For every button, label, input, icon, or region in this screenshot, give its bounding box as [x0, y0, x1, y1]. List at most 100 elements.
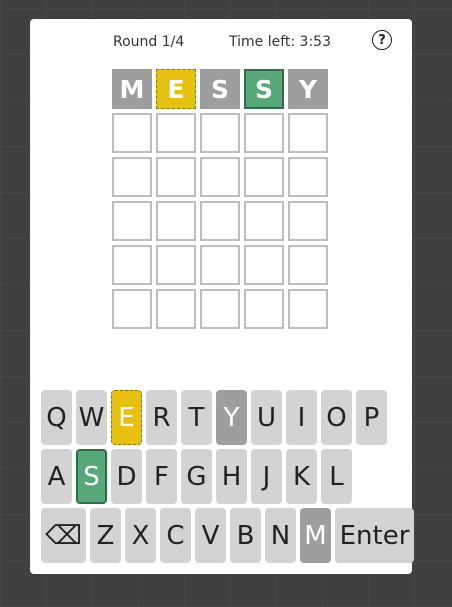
key-label: J [262, 461, 271, 492]
key-label: V [201, 520, 220, 551]
key-label: F [154, 461, 169, 492]
empty-tile [244, 113, 284, 153]
key-s[interactable]: S [76, 449, 107, 504]
key-label: W [78, 402, 105, 433]
empty-tile [156, 245, 196, 285]
key-o[interactable]: O [321, 390, 352, 445]
empty-tile [112, 201, 152, 241]
key-l[interactable]: L [321, 449, 352, 504]
key-label: M [304, 520, 327, 551]
empty-tile [200, 289, 240, 329]
key-label: Enter [339, 520, 410, 551]
key-label: I [297, 402, 306, 433]
letter-tile: E [156, 69, 196, 109]
key-a[interactable]: A [41, 449, 72, 504]
empty-tile [200, 245, 240, 285]
empty-tile [156, 113, 196, 153]
empty-tile [288, 157, 328, 197]
empty-tile [200, 201, 240, 241]
backspace-key[interactable]: ⌫ [41, 508, 86, 563]
key-j[interactable]: J [251, 449, 282, 504]
key-x[interactable]: X [125, 508, 156, 563]
key-e[interactable]: E [111, 390, 142, 445]
letter-tile: Y [288, 69, 328, 109]
empty-tile [156, 201, 196, 241]
keyboard-row: ASDFGHJKL [41, 449, 414, 504]
key-label: T [188, 402, 205, 433]
keyboard-row: ⌫ Z X C V B N M Enter [41, 508, 414, 563]
key-label: D [116, 461, 137, 492]
key-label: R [152, 402, 171, 433]
empty-tile [112, 113, 152, 153]
key-k[interactable]: K [286, 449, 317, 504]
empty-tile [200, 157, 240, 197]
key-z[interactable]: Z [90, 508, 121, 563]
empty-tile [156, 289, 196, 329]
board-row [112, 113, 328, 153]
board-row: MESSY [112, 69, 328, 109]
key-u[interactable]: U [251, 390, 282, 445]
time-left: Time left: 3:53 [229, 34, 331, 50]
empty-tile [288, 289, 328, 329]
empty-tile [112, 289, 152, 329]
key-q[interactable]: Q [41, 390, 72, 445]
key-m[interactable]: M [300, 508, 331, 563]
game-panel: Round 1/4 Time left: 3:53 ? MESSY QWERTY… [30, 19, 414, 574]
key-d[interactable]: D [111, 449, 142, 504]
key-i[interactable]: I [286, 390, 317, 445]
on-screen-keyboard: Q W E R T Y U I O P A S D F G H J K L ⌫ Z X C V B N M Enter [41, 390, 414, 567]
enter-key[interactable]: Enter [335, 508, 414, 563]
question-circle-icon[interactable]: ? [372, 30, 392, 50]
key-label: L [329, 461, 344, 492]
key-c[interactable]: C [160, 508, 191, 563]
empty-tile [244, 245, 284, 285]
key-f[interactable]: F [146, 449, 177, 504]
key-r[interactable]: R [146, 390, 177, 445]
key-label: A [47, 461, 66, 492]
key-label: P [363, 402, 380, 433]
key-label: C [166, 520, 185, 551]
guess-board: MESSY [112, 69, 328, 333]
key-w[interactable]: W [76, 390, 107, 445]
round-indicator: Round 1/4 [113, 34, 185, 50]
key-label: B [236, 520, 255, 551]
help-symbol: ? [378, 32, 386, 48]
key-label: O [326, 402, 347, 433]
empty-tile [112, 245, 152, 285]
board-row [112, 289, 328, 329]
letter-tile: M [112, 69, 152, 109]
letter-tile: S [244, 69, 284, 109]
board-row [112, 157, 328, 197]
empty-tile [288, 113, 328, 153]
empty-tile [288, 245, 328, 285]
key-v[interactable]: V [195, 508, 226, 563]
letter-tile: S [200, 69, 240, 109]
key-label: U [256, 402, 277, 433]
keyboard-row: QWERTYUIOP [41, 390, 414, 445]
key-label: X [131, 520, 150, 551]
key-h[interactable]: H [216, 449, 247, 504]
key-label: H [221, 461, 242, 492]
key-label: Y [223, 402, 240, 433]
key-n[interactable]: N [265, 508, 296, 563]
empty-tile [244, 201, 284, 241]
empty-tile [112, 157, 152, 197]
key-label: G [186, 461, 207, 492]
empty-tile [288, 201, 328, 241]
key-y[interactable]: Y [216, 390, 247, 445]
empty-tile [200, 113, 240, 153]
key-label: Q [46, 402, 67, 433]
key-label: N [270, 520, 291, 551]
empty-tile [156, 157, 196, 197]
key-t[interactable]: T [181, 390, 212, 445]
key-g[interactable]: G [181, 449, 212, 504]
key-p[interactable]: P [356, 390, 387, 445]
board-row [112, 201, 328, 241]
key-label: K [292, 461, 311, 492]
key-b[interactable]: B [230, 508, 261, 563]
backspace-icon: ⌫ [45, 520, 82, 551]
board-row [112, 245, 328, 285]
key-label: E [118, 402, 135, 433]
key-label: S [83, 461, 100, 492]
empty-tile [244, 157, 284, 197]
